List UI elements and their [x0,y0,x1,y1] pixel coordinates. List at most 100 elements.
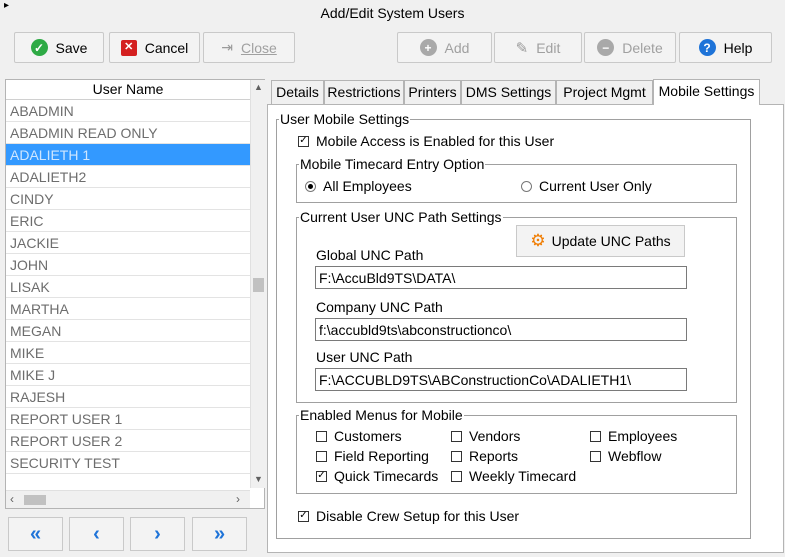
user-list-item[interactable]: JACKIE [6,232,250,254]
webflow-checkbox[interactable]: Webflow [590,448,661,464]
timecard-option-legend: Mobile Timecard Entry Option [300,156,485,172]
tab-restrictions[interactable]: Restrictions [324,80,404,104]
scroll-up-icon[interactable]: ▲ [251,82,266,92]
user-unc-path-input[interactable] [315,368,687,391]
help-label: Help [723,39,753,56]
reports-label: Reports [469,448,519,464]
tab-printers[interactable]: Printers [404,80,461,104]
global-unc-path-input[interactable] [315,266,687,289]
checkbox-icon [316,430,327,442]
horizontal-scroll-thumb[interactable] [24,495,46,505]
user-list-item[interactable]: LISAK [6,276,250,298]
customers-label: Customers [334,428,402,444]
field-reporting-checkbox[interactable]: Field Reporting [316,448,429,464]
reports-checkbox[interactable]: Reports [451,448,518,464]
user-list-item[interactable]: REPORT USER 2 [6,430,250,452]
add-button[interactable]: + Add [397,32,492,63]
delete-button[interactable]: − Delete [584,32,676,63]
customers-checkbox[interactable]: Customers [316,428,402,444]
company-unc-path-label: Company UNC Path [316,299,443,315]
cancel-label: Cancel [144,39,189,56]
weekly-timecard-checkbox[interactable]: Weekly Timecard [451,468,576,484]
checkbox-icon [590,430,601,442]
user-list-item[interactable]: SECURITY TEST [6,452,250,474]
save-label: Save [55,39,88,56]
exit-arrow-icon: ⇥ [221,39,233,55]
user-name-column-header[interactable]: User Name [6,80,250,100]
chevron-left-icon: ‹ [93,522,100,545]
vertical-scroll-thumb[interactable] [253,278,264,292]
user-mobile-settings-legend: User Mobile Settings [280,111,410,127]
cancel-button[interactable]: ✕ Cancel [109,32,200,63]
user-list-item[interactable]: ERIC [6,210,250,232]
webflow-label: Webflow [608,448,662,464]
user-list-item[interactable]: MIKE [6,342,250,364]
user-list-item[interactable]: ADALIETH 1 [6,144,250,166]
window-title: Add/Edit System Users [320,5,465,21]
first-record-button[interactable]: « [8,517,63,551]
disable-crew-setup-checkbox[interactable]: ✓ Disable Crew Setup for this User [298,508,519,524]
delete-label: Delete [622,39,663,56]
scroll-right-icon[interactable]: › [236,492,240,506]
edit-button[interactable]: ✎ Edit [494,32,582,63]
record-navigation: « ‹ › » [8,517,248,553]
current-user-only-radio[interactable]: Current User Only [521,178,652,194]
disable-crew-setup-label: Disable Crew Setup for this User [316,508,520,524]
window-corner-icon: ▸ [4,0,10,11]
help-button[interactable]: ? Help [679,32,772,63]
tab-details[interactable]: Details [271,80,324,104]
user-list-item[interactable]: JOHN [6,254,250,276]
title-bar: ▸ Add/Edit System Users [0,0,785,27]
vendors-checkbox[interactable]: Vendors [451,428,520,444]
quick-timecards-label: Quick Timecards [334,468,439,484]
pencil-page-icon: ✎ [515,39,529,57]
next-record-button[interactable]: › [130,517,185,551]
user-list: ABADMIN ABADMIN READ ONLY ADALIETH 1 ADALIE… [6,100,250,474]
user-unc-path-label: User UNC Path [316,349,413,365]
vertical-scrollbar[interactable]: ▲ ▼ [250,80,265,488]
minus-circle-icon: − [597,39,615,56]
all-employees-radio[interactable]: All Employees [305,178,412,194]
radio-icon [305,180,316,192]
user-list-item[interactable]: RAJESH [6,386,250,408]
user-list-item[interactable]: MIKE J [6,364,250,386]
user-list-item[interactable]: ABADMIN READ ONLY [6,122,250,144]
current-user-only-label: Current User Only [539,178,652,194]
company-unc-path-input[interactable] [315,318,687,341]
field-reporting-label: Field Reporting [334,448,429,464]
user-list-item[interactable]: ADALIETH2 [6,166,250,188]
check-circle-icon: ✓ [30,39,48,56]
last-record-button[interactable]: » [192,517,247,551]
user-list-item[interactable]: ABADMIN [6,100,250,122]
weekly-timecard-label: Weekly Timecard [469,468,577,484]
checkbox-icon: ✓ [298,135,309,147]
checkbox-icon: ✓ [316,470,327,482]
quick-timecards-checkbox[interactable]: ✓ Quick Timecards [316,468,438,484]
toolbar: ✓ Save ✕ Cancel ⇥ Close + Add ✎ Edit − D… [0,27,785,69]
user-list-item[interactable]: MARTHA [6,298,250,320]
question-circle-icon: ? [698,39,716,56]
mobile-access-checkbox[interactable]: ✓ Mobile Access is Enabled for this User [298,133,554,149]
enabled-menus-legend: Enabled Menus for Mobile [300,407,463,423]
close-button[interactable]: ⇥ Close [203,32,295,63]
horizontal-scrollbar[interactable]: ‹ › [6,490,250,508]
checkbox-icon [451,450,462,462]
checkbox-icon [590,450,601,462]
save-button[interactable]: ✓ Save [14,32,104,63]
gears-icon: ⚙ [530,231,546,250]
scroll-down-icon[interactable]: ▼ [251,474,266,484]
checkbox-icon [316,450,327,462]
user-list-item[interactable]: REPORT USER 1 [6,408,250,430]
user-list-item[interactable]: MEGAN [6,320,250,342]
tab-dms-settings[interactable]: DMS Settings [461,80,556,104]
plus-circle-icon: + [419,39,437,56]
close-label: Close [240,39,277,56]
update-unc-paths-button[interactable]: ⚙ Update UNC Paths [516,225,685,257]
employees-checkbox[interactable]: Employees [590,428,677,444]
tab-project-mgmt[interactable]: Project Mgmt [556,80,653,104]
scroll-left-icon[interactable]: ‹ [10,492,14,506]
user-list-item[interactable]: CINDY [6,188,250,210]
employees-label: Employees [608,428,678,444]
previous-record-button[interactable]: ‹ [69,517,124,551]
tab-mobile-settings[interactable]: Mobile Settings [653,79,760,105]
